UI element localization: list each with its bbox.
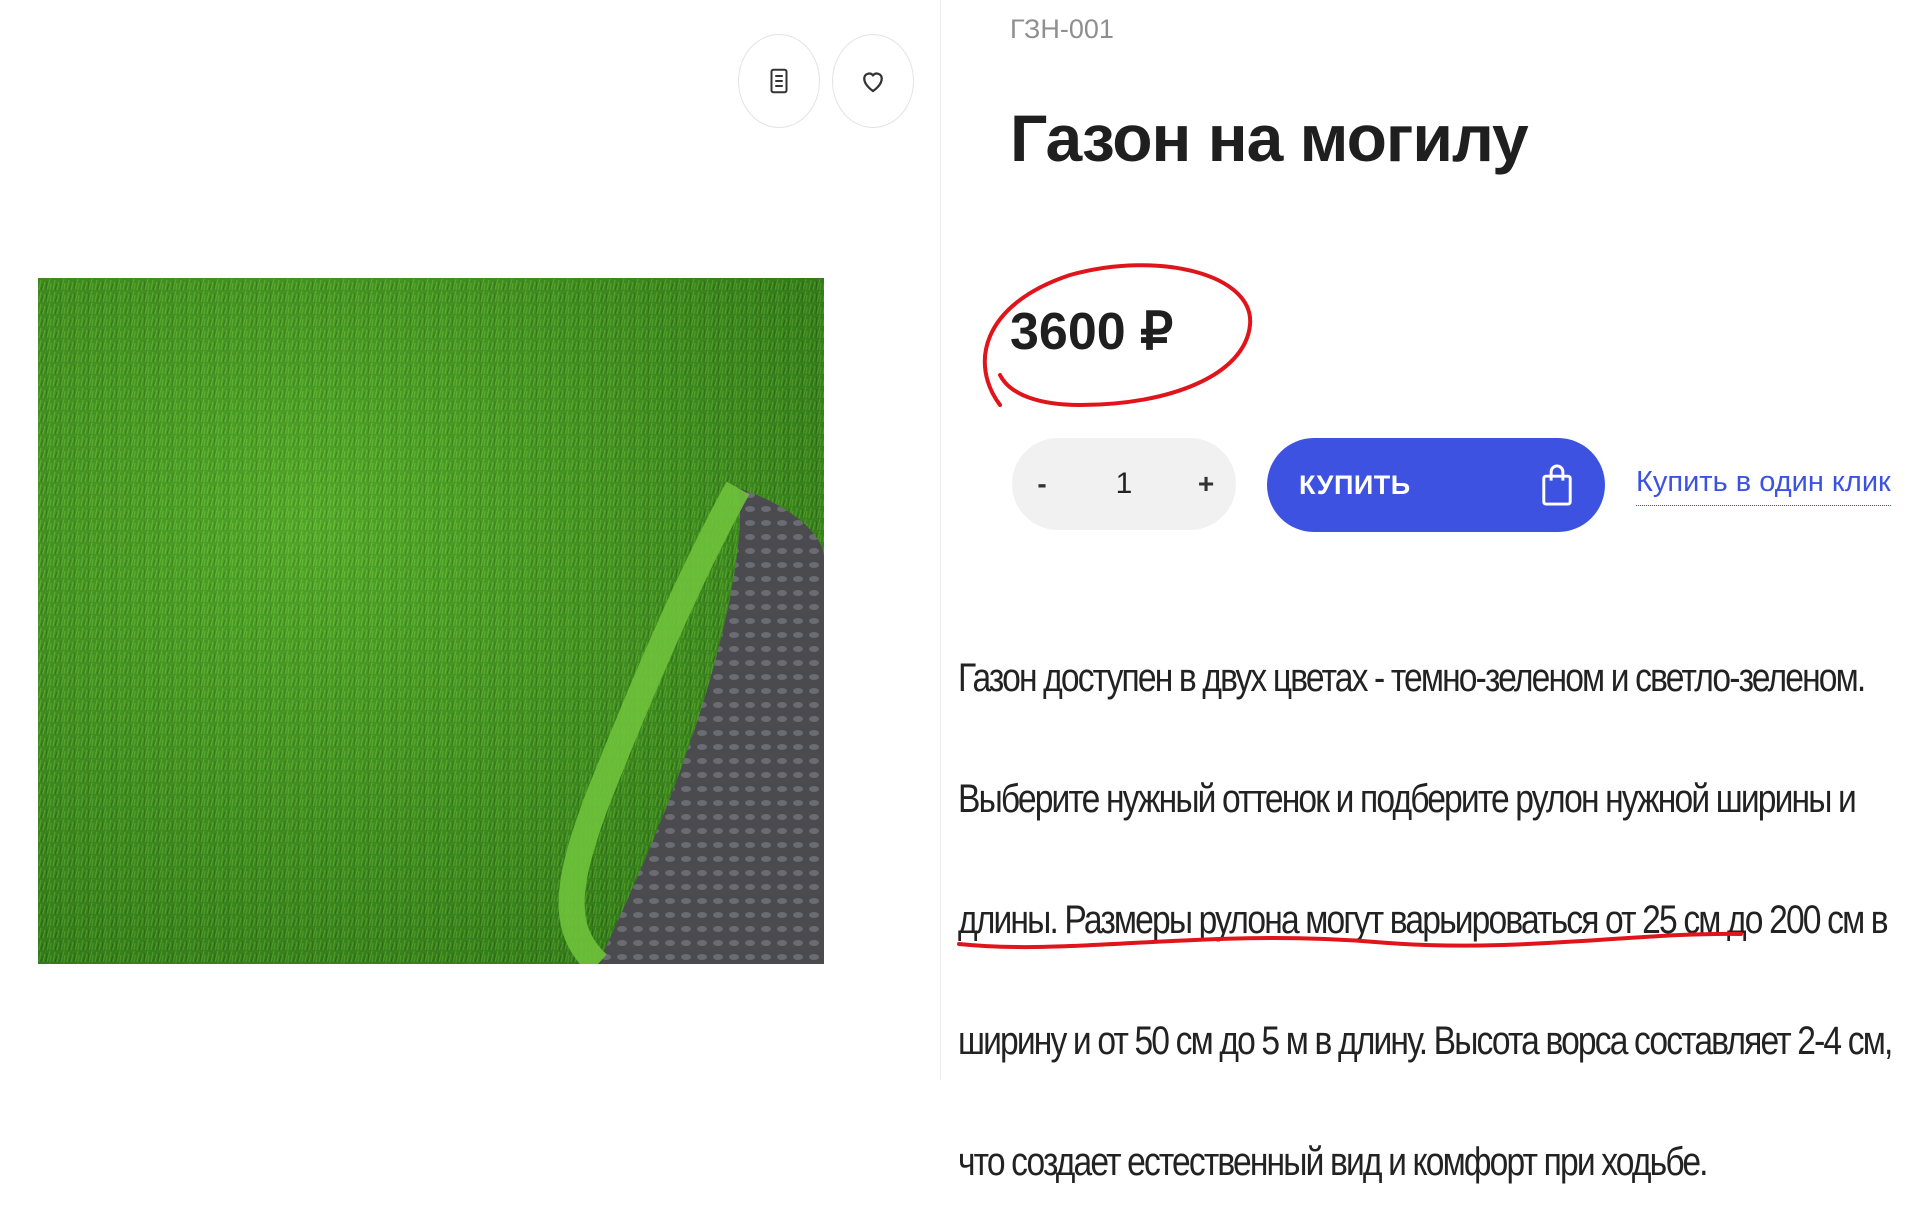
product-sku: ГЗН-001 xyxy=(1010,14,1114,44)
quantity-input[interactable] xyxy=(1082,453,1166,515)
compare-list-icon xyxy=(770,68,788,94)
product-image xyxy=(38,278,824,964)
compare-button[interactable] xyxy=(738,34,820,128)
shopping-bag-icon xyxy=(1542,464,1572,506)
buy-button[interactable]: КУПИТЬ xyxy=(1267,438,1605,532)
quantity-increase-button[interactable]: + xyxy=(1176,438,1236,530)
quantity-stepper[interactable]: - + xyxy=(1012,438,1236,530)
buy-button-label: КУПИТЬ xyxy=(1299,469,1411,500)
product-price: 3600 ₽ xyxy=(1010,303,1174,361)
product-description: Газон доступен в двух цветах - темно-зел… xyxy=(958,618,1920,1223)
product-title: Газон на могилу xyxy=(1010,101,1529,175)
one-click-buy-link[interactable]: Купить в один клик xyxy=(1636,466,1891,506)
column-divider xyxy=(940,0,941,1080)
quantity-decrease-button[interactable]: - xyxy=(1012,438,1072,530)
favorite-button[interactable] xyxy=(832,34,914,128)
heart-icon xyxy=(863,72,883,93)
